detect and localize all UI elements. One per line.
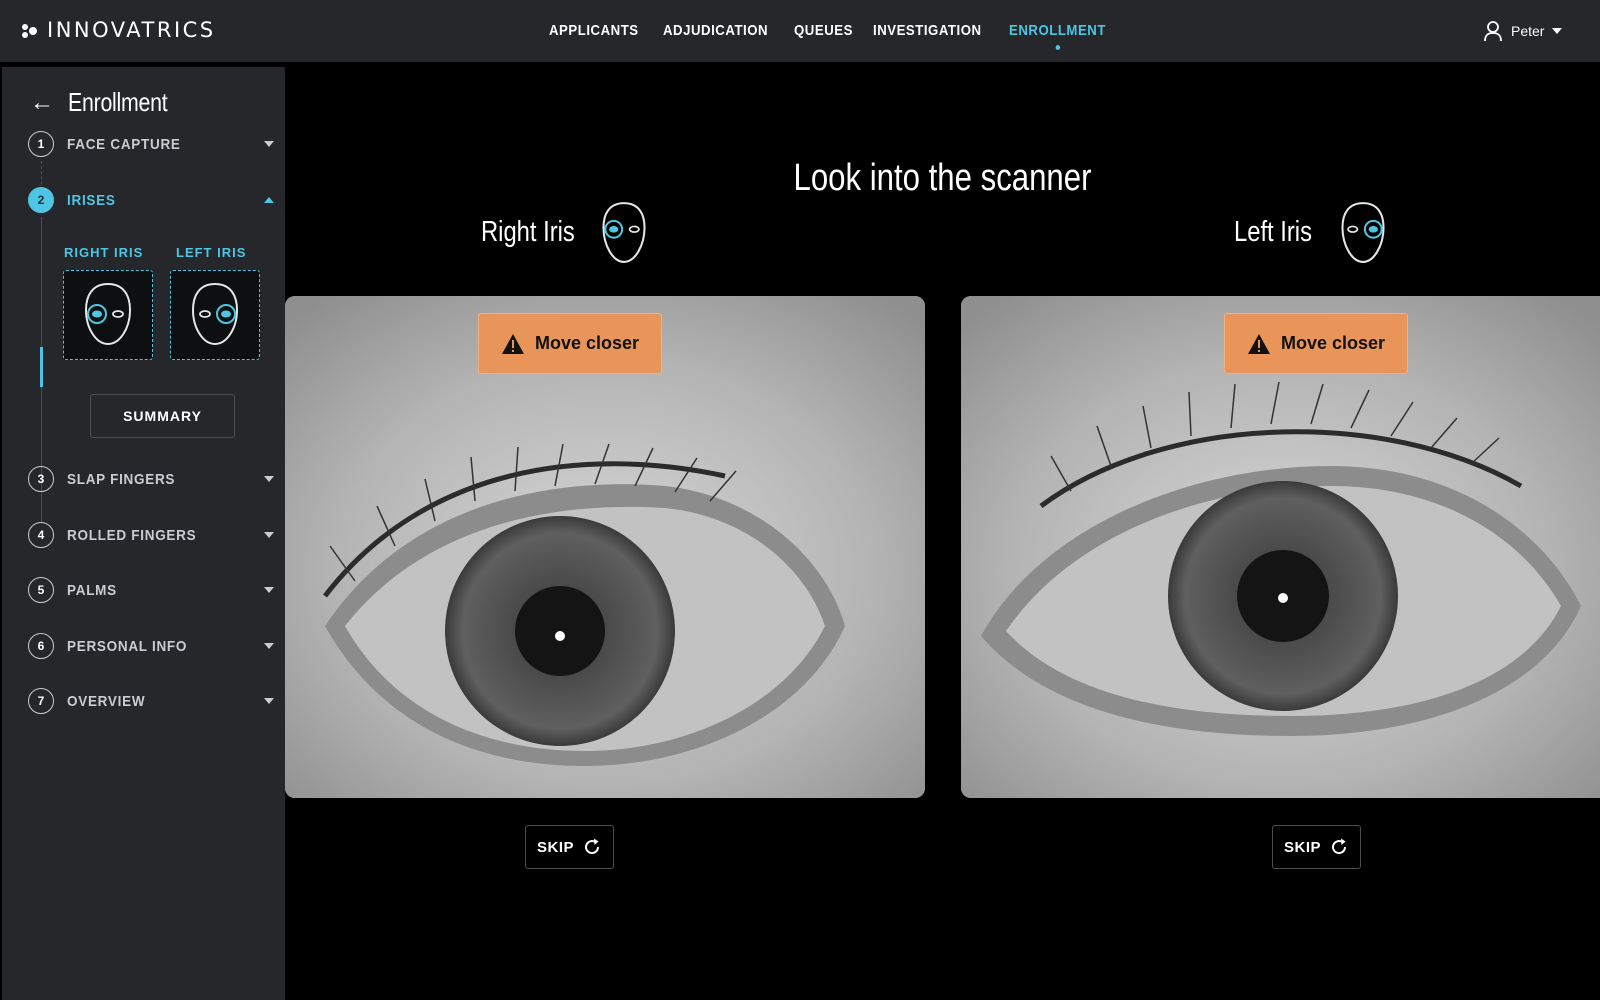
face-left-iris-icon	[1341, 202, 1385, 263]
step-number: 3	[28, 466, 54, 492]
skip-label: SKIP	[536, 838, 574, 856]
main-nav: APPLICANTS ADJUDICATION QUEUES INVESTIGA…	[549, 22, 1109, 50]
move-closer-warning: Move closer	[478, 313, 662, 374]
step-palms[interactable]: 5 PALMS	[28, 577, 274, 603]
nav-queues[interactable]: QUEUES	[794, 22, 853, 39]
warning-icon	[501, 333, 524, 354]
logo-mark-icon	[22, 22, 38, 38]
nav-adjudication[interactable]: ADJUDICATION	[663, 22, 768, 39]
right-iris-thumbnail[interactable]	[63, 270, 153, 360]
step-label: OVERVIEW	[67, 692, 146, 710]
retry-icon	[1332, 838, 1347, 855]
nav-investigation[interactable]: INVESTIGATION	[873, 22, 982, 39]
step-label: PALMS	[67, 581, 117, 599]
step-overview[interactable]: 7 OVERVIEW	[28, 688, 274, 714]
skip-label: SKIP	[1283, 838, 1321, 856]
chevron-down-icon	[264, 141, 274, 147]
user-menu[interactable]: Peter	[1483, 20, 1563, 42]
back-arrow-icon[interactable]: ←	[30, 89, 54, 117]
step-number: 5	[28, 577, 54, 603]
chevron-down-icon	[264, 476, 274, 482]
step-number: 2	[28, 187, 54, 213]
step-number: 6	[28, 633, 54, 659]
brand-name: INNOVATRICS	[47, 18, 216, 42]
user-name: Peter	[1511, 23, 1545, 39]
sidebar-header: ← Enrollment	[30, 87, 189, 118]
brand-logo[interactable]: INNOVATRICS	[22, 18, 216, 42]
step-label: ROLLED FINGERS	[67, 526, 197, 544]
step-number: 1	[28, 131, 54, 157]
chevron-down-icon	[1552, 28, 1563, 34]
step-face-capture[interactable]: 1 FACE CAPTURE	[28, 131, 274, 157]
summary-button[interactable]: SUMMARY	[90, 394, 235, 438]
nav-applicants[interactable]: APPLICANTS	[549, 22, 639, 39]
right-iris-title: Right Iris	[481, 216, 575, 248]
nav-enrollment[interactable]: ENROLLMENT	[1009, 22, 1106, 50]
left-iris-thumbnail[interactable]	[170, 270, 260, 360]
left-iris-title: Left Iris	[1234, 216, 1312, 248]
step-label: FACE CAPTURE	[67, 135, 181, 153]
step-number: 7	[28, 688, 54, 714]
face-right-iris-icon	[602, 202, 646, 263]
right-iris-camera-view: Move closer	[285, 296, 925, 798]
face-right-iris-icon	[84, 282, 132, 346]
step-rolled-fingers[interactable]: 4 ROLLED FINGERS	[28, 522, 274, 548]
chevron-down-icon	[264, 587, 274, 593]
retry-icon	[585, 838, 600, 855]
skip-left-iris-button[interactable]: SKIP	[1272, 825, 1361, 869]
face-left-iris-icon	[191, 282, 239, 346]
warning-icon	[1247, 333, 1270, 354]
skip-right-iris-button[interactable]: SKIP	[525, 825, 614, 869]
active-substep-indicator	[40, 347, 43, 387]
sidebar: ← Enrollment 1 FACE CAPTURE 2 IRISES RIG…	[2, 67, 285, 1000]
chevron-up-icon	[264, 197, 274, 203]
right-iris-label: RIGHT IRIS	[64, 245, 144, 260]
chevron-down-icon	[264, 532, 274, 538]
step-label: IRISES	[67, 191, 116, 209]
step-label: SLAP FINGERS	[67, 470, 176, 488]
chevron-down-icon	[264, 643, 274, 649]
chevron-down-icon	[264, 698, 274, 704]
step-irises[interactable]: 2 IRISES	[28, 187, 274, 213]
move-closer-warning: Move closer	[1224, 313, 1408, 374]
sidebar-title: Enrollment	[68, 87, 168, 117]
top-bar: INNOVATRICS APPLICANTS ADJUDICATION QUEU…	[0, 0, 1600, 62]
step-slap-fingers[interactable]: 3 SLAP FINGERS	[28, 466, 274, 492]
user-icon	[1484, 21, 1502, 42]
step-label: PERSONAL INFO	[67, 637, 188, 655]
warning-text: Move closer	[1280, 333, 1386, 353]
step-personal-info[interactable]: 6 PERSONAL INFO	[28, 633, 274, 659]
step-number: 4	[28, 522, 54, 548]
warning-text: Move closer	[534, 333, 640, 353]
left-iris-camera-view: Move closer	[961, 296, 1600, 798]
page-heading: Look into the scanner	[793, 157, 1092, 199]
left-iris-label: LEFT IRIS	[176, 245, 247, 260]
